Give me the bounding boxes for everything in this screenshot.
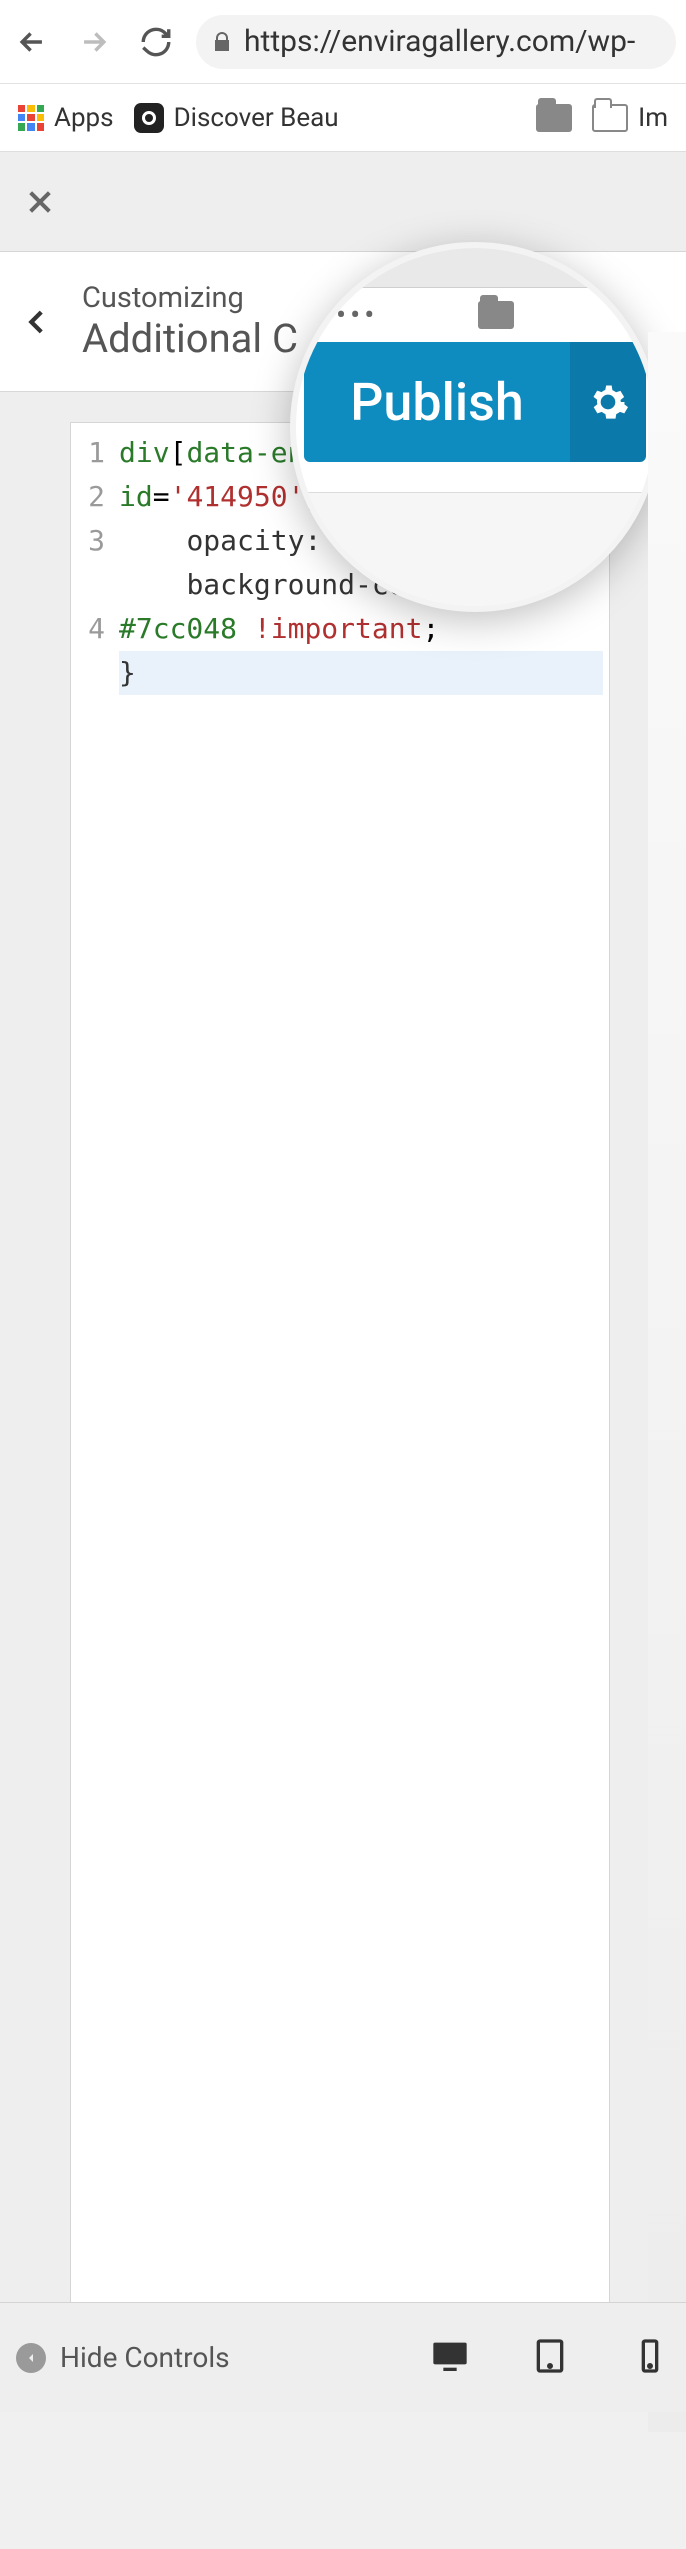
- collapse-icon: [16, 2343, 46, 2373]
- code-content[interactable]: div[data-envirabox-id='414950'] .envirab…: [111, 423, 609, 2411]
- bookmark-folder[interactable]: [536, 104, 572, 132]
- back-button[interactable]: [10, 20, 54, 64]
- arrow-right-icon: [77, 25, 111, 59]
- folder-icon: [536, 104, 572, 132]
- mobile-icon: [630, 2336, 670, 2376]
- apps-label: Apps: [54, 103, 114, 133]
- bookmarks-bar: Apps Discover Beau Im: [0, 84, 686, 152]
- hide-controls-button[interactable]: Hide Controls: [16, 2341, 230, 2374]
- customizer-actions-bar: [0, 152, 686, 252]
- line-number-gutter: 1 2 3 4: [71, 423, 111, 2411]
- site-preview-edge: [648, 332, 686, 2432]
- apps-grid-icon: [18, 105, 44, 131]
- hide-controls-label: Hide Controls: [60, 2341, 230, 2374]
- css-code-editor[interactable]: 1 2 3 4 div[data-envirabox-id='414950'] …: [70, 422, 610, 2412]
- page-title: Additional C: [82, 315, 298, 362]
- lock-icon: [210, 30, 234, 54]
- folder-outline-icon: [592, 104, 628, 132]
- bookmark-imported-label: Im: [638, 103, 668, 133]
- chevron-left-icon: [20, 305, 54, 339]
- arrow-left-icon: [15, 25, 49, 59]
- close-icon: [24, 186, 56, 218]
- desktop-preview-button[interactable]: [430, 2336, 470, 2380]
- publish-button[interactable]: Publish: [304, 342, 570, 462]
- bookmark-imported[interactable]: Im: [592, 103, 668, 133]
- reload-icon: [139, 25, 173, 59]
- folder-icon: [478, 301, 514, 329]
- url-text: https://enviragallery.com/wp-: [244, 24, 635, 59]
- address-bar[interactable]: https://enviragallery.com/wp-: [196, 15, 676, 69]
- tablet-icon: [530, 2336, 570, 2376]
- customizer-footer: Hide Controls: [0, 2302, 686, 2412]
- breadcrumb: Customizing Additional C: [82, 281, 298, 362]
- tablet-preview-button[interactable]: [530, 2336, 570, 2380]
- camera-icon: [134, 103, 164, 133]
- close-customizer-button[interactable]: [18, 180, 62, 224]
- mobile-preview-button[interactable]: [630, 2336, 670, 2380]
- publish-settings-button[interactable]: [570, 342, 646, 462]
- browser-toolbar: https://enviragallery.com/wp-: [0, 0, 686, 84]
- reload-button[interactable]: [134, 20, 178, 64]
- apps-shortcut[interactable]: Apps: [18, 103, 114, 133]
- more-menu-icon[interactable]: •••: [336, 298, 378, 333]
- breadcrumb-context: Customizing: [82, 281, 298, 315]
- gear-icon: [586, 380, 630, 424]
- device-preview-toggle: [430, 2336, 670, 2380]
- customizer-back-button[interactable]: [10, 295, 64, 349]
- desktop-icon: [430, 2336, 470, 2376]
- css-editor-panel: 1 2 3 4 div[data-envirabox-id='414950'] …: [0, 392, 686, 2412]
- forward-button[interactable]: [72, 20, 116, 64]
- zoom-callout: ••• Publish: [290, 242, 660, 612]
- bookmark-discover-label: Discover Beau: [174, 103, 339, 133]
- bookmark-discover[interactable]: Discover Beau: [134, 103, 339, 133]
